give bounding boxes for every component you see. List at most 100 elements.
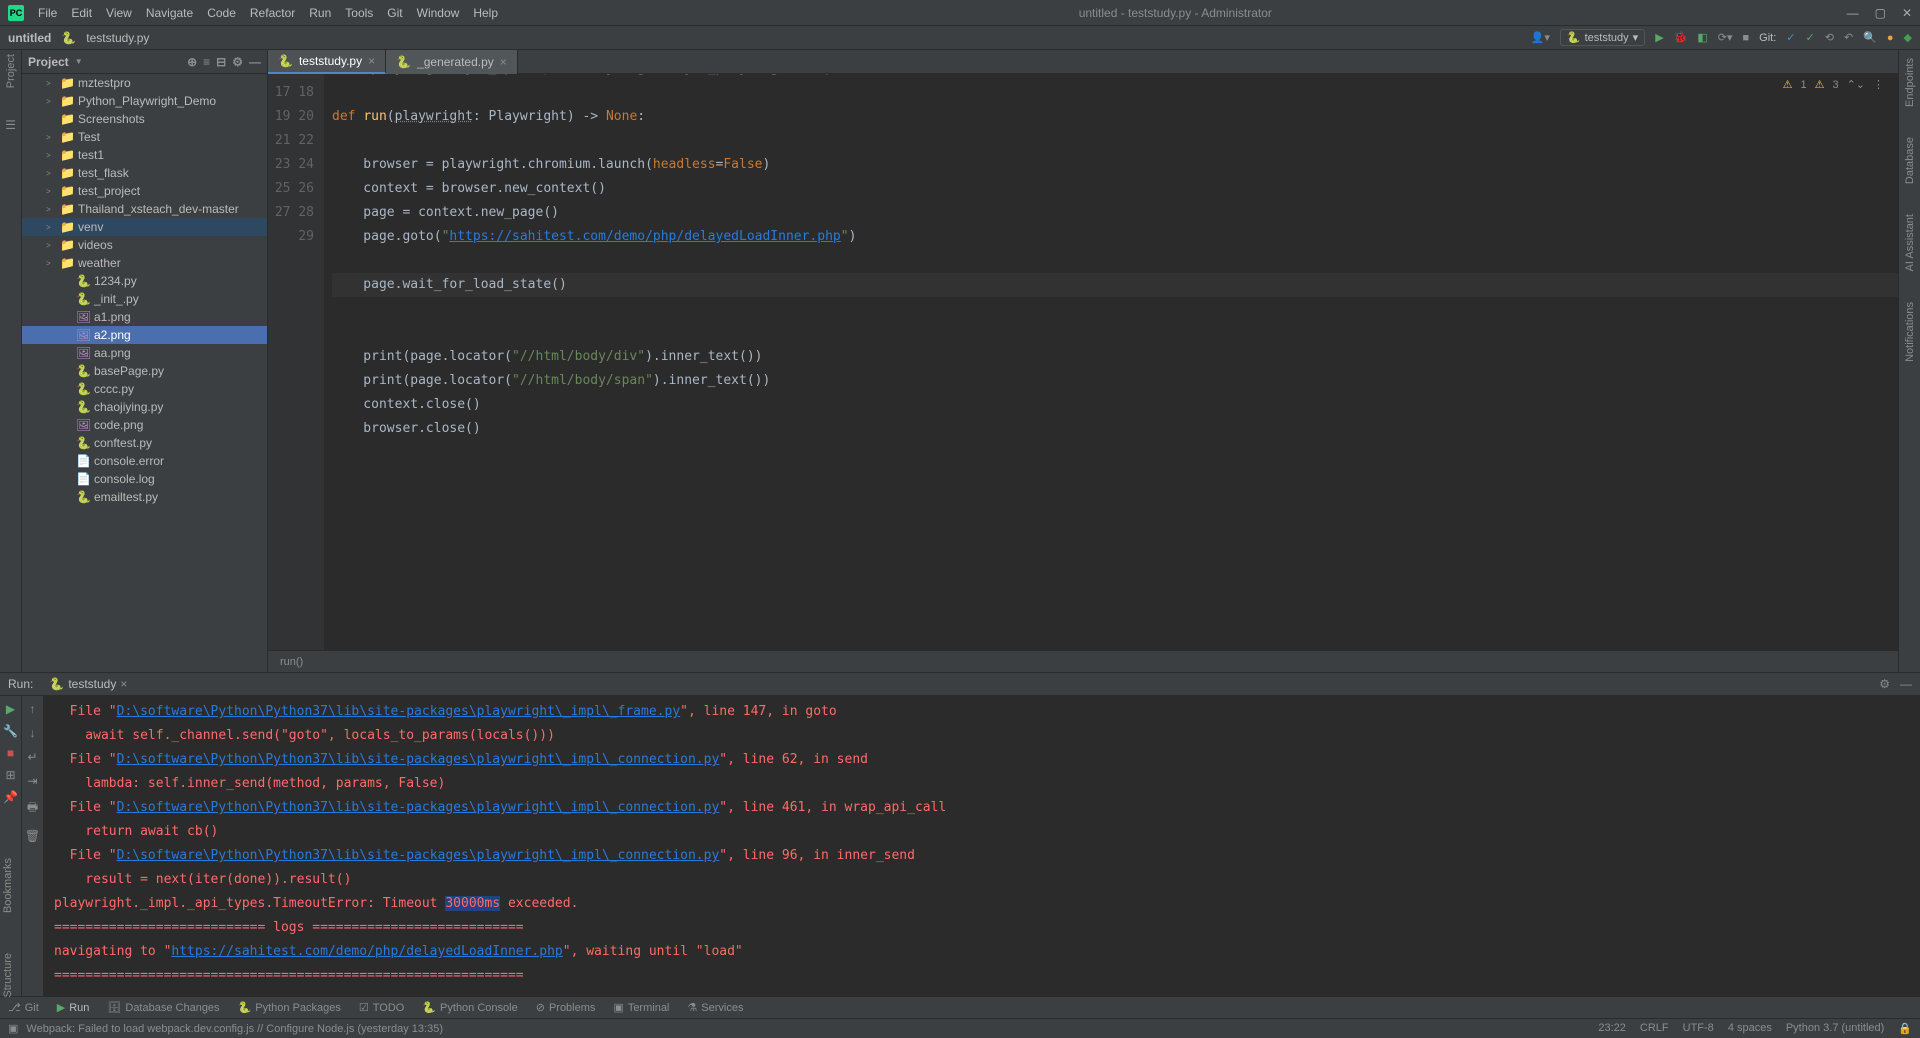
file-link[interactable]: D:\software\Python\Python37\lib\site-pac… [117,704,681,719]
expand-arrow-icon[interactable]: > [46,223,56,232]
expand-arrow-icon[interactable]: > [46,79,56,88]
git-tool-tab[interactable]: ⎇Git [8,1001,39,1014]
menu-tools[interactable]: Tools [339,4,379,22]
tree-item[interactable]: >📁videos [22,236,267,254]
console-output[interactable]: File "D:\software\Python\Python37\lib\si… [44,696,1920,996]
ai-assistant-tab[interactable]: AI Assistant [1904,214,1916,271]
file-link[interactable]: D:\software\Python\Python37\lib\site-pac… [117,752,720,767]
git-update-icon[interactable]: ✓ [1786,31,1795,44]
stop-icon[interactable]: ■ [1743,32,1750,44]
avatar-icon[interactable]: ● [1887,32,1894,44]
expand-arrow-icon[interactable]: > [46,241,56,250]
menu-edit[interactable]: Edit [65,4,98,22]
todo-tab[interactable]: ☑TODO [359,1001,404,1014]
menu-help[interactable]: Help [467,4,504,22]
project-tree[interactable]: >📁mztestpro>📁Python_Playwright_Demo📁Scre… [22,74,267,672]
menu-git[interactable]: Git [381,4,408,22]
more-icon[interactable]: ⋮ [1873,78,1884,91]
tree-item[interactable]: 🐍basePage.py [22,362,267,380]
expand-arrow-icon[interactable]: > [46,151,56,160]
indent-info[interactable]: 4 spaces [1728,1022,1772,1035]
layout-icon[interactable]: ⊞ [5,768,15,782]
maximize-icon[interactable]: ▢ [1875,6,1886,20]
expand-arrow-icon[interactable]: > [46,133,56,142]
tree-item[interactable]: >📁Python_Playwright_Demo [22,92,267,110]
pin-icon[interactable]: 📌 [3,790,18,804]
expand-arrow-icon[interactable]: > [46,97,56,106]
tree-item[interactable]: 🖼code.png [22,416,267,434]
coverage-icon[interactable]: ◧ [1697,31,1707,44]
db-changes-tab[interactable]: 🗄Database Changes [107,1001,219,1014]
run-tab[interactable]: 🐍 teststudy × [43,675,133,693]
terminal-tab[interactable]: ▣Terminal [613,1001,669,1014]
menu-file[interactable]: File [32,4,63,22]
tree-item[interactable]: >📁test_flask [22,164,267,182]
tree-item[interactable]: 🖼aa.png [22,344,267,362]
close-tab-icon[interactable]: × [120,677,127,691]
tree-item[interactable]: 🖼a1.png [22,308,267,326]
tree-item[interactable]: 📄console.error [22,452,267,470]
hide-panel-icon[interactable]: — [1900,677,1912,691]
tree-item[interactable]: 📄console.log [22,470,267,488]
close-icon[interactable]: ✕ [1902,6,1912,20]
editor-tab-teststudy[interactable]: 🐍 teststudy.py × [268,50,386,74]
interpreter-info[interactable]: Python 3.7 (untitled) [1786,1022,1884,1035]
editor-body[interactable]: 15 16 17 18 19 20 21 22 23 24 25 26 27 2… [268,74,1898,650]
run-tool-tab[interactable]: ▶Run [57,1001,90,1014]
bookmarks-tab[interactable]: Bookmarks [2,858,14,913]
tree-item[interactable]: 🐍1234.py [22,272,267,290]
chevron-icon[interactable]: ⌃⌄ [1847,78,1865,91]
caret-position[interactable]: 23:22 [1598,1022,1626,1035]
tree-item[interactable]: >📁weather [22,254,267,272]
commit-tool-icon[interactable]: ☰ [5,118,16,132]
menu-run[interactable]: Run [303,4,337,22]
scroll-end-icon[interactable]: ⇥ [27,774,37,788]
soft-wrap-icon[interactable]: ↵ [27,750,37,764]
tree-item[interactable]: 📁Screenshots [22,110,267,128]
inspection-widget[interactable]: ⚠1 ⚠3 ⌃⌄ ⋮ [1783,78,1884,91]
tree-item[interactable]: 🐍_init_.py [22,290,267,308]
down-stack-icon[interactable]: ↓ [30,726,36,740]
tree-item[interactable]: 🐍emailtest.py [22,488,267,506]
problems-tab[interactable]: ⊘Problems [536,1001,596,1014]
hide-panel-icon[interactable]: — [249,55,261,69]
tool-windows-icon[interactable]: ▣ [8,1022,18,1035]
search-icon[interactable]: 🔍 [1863,31,1877,44]
settings-gear-icon[interactable]: ⚙ [232,55,243,69]
tree-item[interactable]: 🐍conftest.py [22,434,267,452]
profile-icon[interactable]: ⟳▾ [1718,31,1733,44]
select-opened-icon[interactable]: ⊕ [187,55,197,69]
menu-navigate[interactable]: Navigate [140,4,199,22]
menu-window[interactable]: Window [411,4,466,22]
tree-item[interactable]: 🐍cccc.py [22,380,267,398]
status-message[interactable]: Webpack: Failed to load webpack.dev.conf… [26,1023,443,1035]
git-revert-icon[interactable]: ↶ [1844,31,1853,44]
python-console-tab[interactable]: 🐍Python Console [422,1001,517,1014]
menu-refactor[interactable]: Refactor [244,4,301,22]
up-stack-icon[interactable]: ↑ [30,702,36,716]
tree-item[interactable]: >📁venv [22,218,267,236]
chevron-down-icon[interactable]: ▼ [75,57,83,66]
url-link[interactable]: https://sahitest.com/demo/php/delayedLoa… [171,944,562,959]
tree-item[interactable]: >📁Test [22,128,267,146]
menu-code[interactable]: Code [201,4,242,22]
lock-icon[interactable]: 🔒 [1898,1022,1912,1035]
endpoints-tab[interactable]: Endpoints [1904,58,1916,107]
expand-arrow-icon[interactable]: > [46,187,56,196]
close-tab-icon[interactable]: × [368,54,375,68]
expand-arrow-icon[interactable]: > [46,259,56,268]
minimize-icon[interactable]: — [1847,6,1859,20]
editor-tab-generated[interactable]: 🐍 _generated.py × [386,50,518,74]
ide-settings-icon[interactable]: ◆ [1904,31,1912,44]
stop-icon[interactable]: ■ [7,746,14,760]
breadcrumb-project[interactable]: untitled [8,31,51,45]
git-commit-icon[interactable]: ✓ [1806,31,1815,44]
tree-item[interactable]: >📁Thailand_xsteach_dev-master [22,200,267,218]
structure-tab[interactable]: Structure [2,953,14,998]
python-packages-tab[interactable]: 🐍Python Packages [238,1001,341,1014]
expand-arrow-icon[interactable]: > [46,169,56,178]
settings-gear-icon[interactable]: ⚙ [1879,677,1890,691]
print-icon[interactable]: 🖶 [27,798,38,819]
file-link[interactable]: D:\software\Python\Python37\lib\site-pac… [117,800,720,815]
close-tab-icon[interactable]: × [500,55,507,69]
